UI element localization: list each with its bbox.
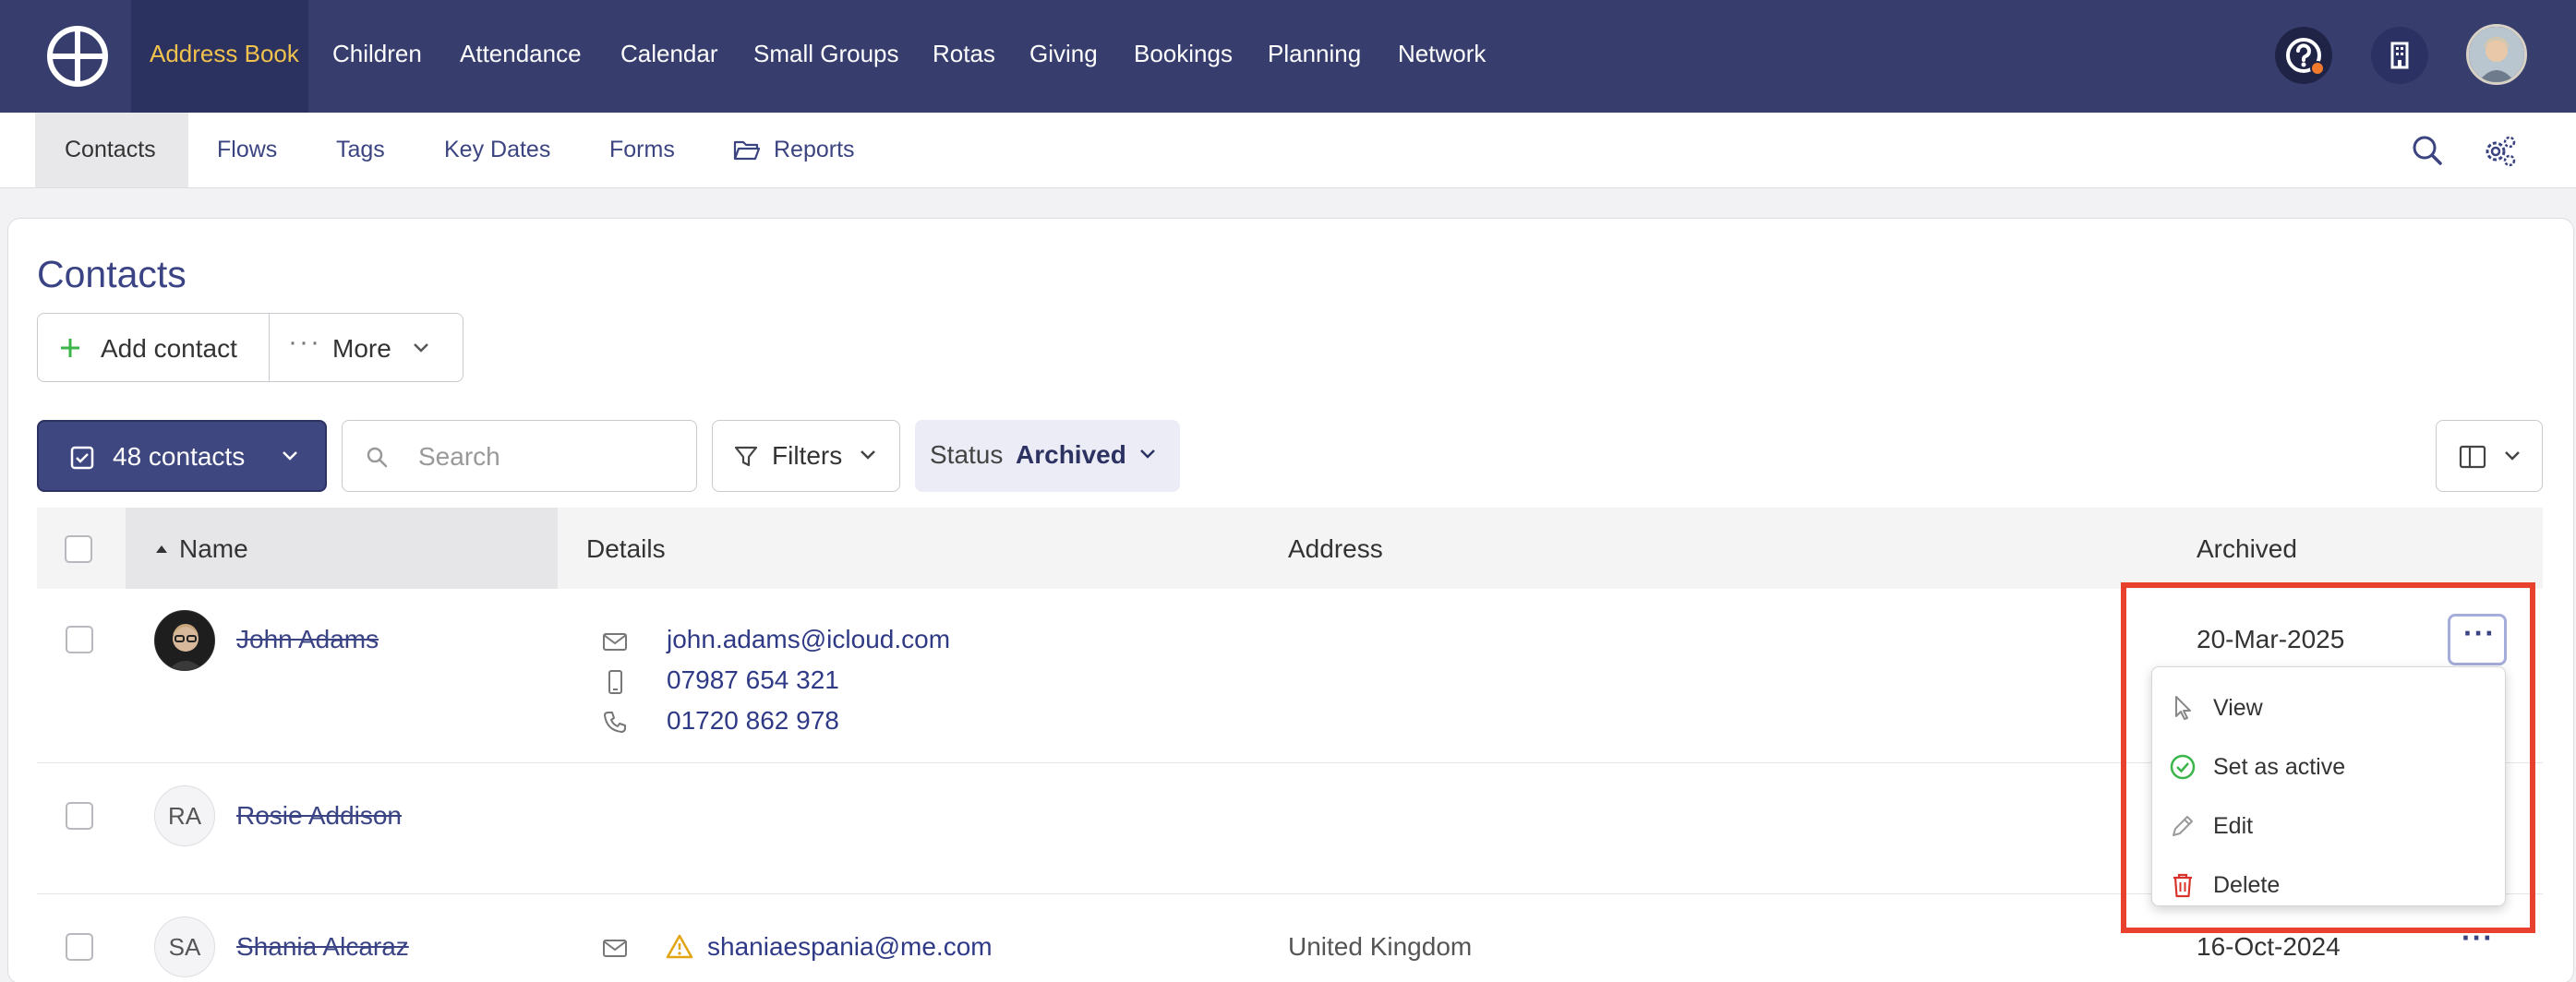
contact-address: United Kingdom: [1288, 932, 1473, 961]
nav-rotas[interactable]: Rotas: [933, 0, 995, 113]
help-icon: [2286, 38, 2325, 76]
search-placeholder: Search: [418, 442, 500, 471]
row-checkbox[interactable]: [66, 626, 93, 653]
contact-name-link[interactable]: John Adams: [236, 625, 379, 654]
nav-network[interactable]: Network: [1398, 0, 1486, 113]
menu-item-delete[interactable]: Delete: [2152, 856, 2505, 915]
mobile-icon: [608, 670, 622, 694]
filter-icon: [734, 446, 758, 467]
check-circle-icon: [2170, 754, 2196, 780]
nav-attendance[interactable]: Attendance: [460, 0, 582, 113]
search-input[interactable]: Search: [342, 420, 697, 492]
nav-small-groups[interactable]: Small Groups: [753, 0, 899, 113]
pointer-icon: [2175, 696, 2191, 720]
plus-icon: [61, 339, 79, 357]
nav-planning[interactable]: Planning: [1268, 0, 1361, 113]
menu-item-label: View: [2213, 695, 2263, 721]
tab-key-dates[interactable]: Key Dates: [444, 113, 550, 187]
contact-name-link[interactable]: Shania Alcaraz: [236, 932, 409, 962]
contact-phone-link[interactable]: 01720 862 978: [667, 706, 839, 736]
contact-name-link[interactable]: Rosie Addison: [236, 801, 402, 831]
nav-giving[interactable]: Giving: [1029, 0, 1098, 113]
nav-children[interactable]: Children: [332, 0, 422, 113]
contact-email-link[interactable]: shaniaespania@me.com: [707, 932, 993, 962]
avatar: [154, 610, 215, 671]
tab-tags[interactable]: Tags: [336, 113, 385, 187]
column-address: Address: [1288, 534, 1383, 563]
building-icon: [2390, 42, 2409, 69]
menu-item-set-active[interactable]: Set as active: [2152, 737, 2505, 796]
search-icon: [367, 447, 388, 468]
row-actions-button[interactable]: ···: [2448, 614, 2507, 665]
filters-label: Filters: [772, 441, 843, 470]
chevron-down-icon: [283, 451, 297, 461]
status-label: Status: [930, 440, 1004, 469]
search-icon[interactable]: [2408, 131, 2447, 170]
avatar: RA: [154, 785, 215, 846]
menu-item-label: Edit: [2213, 813, 2254, 839]
menu-item-label: Set as active: [2213, 754, 2346, 780]
select-all-checkbox[interactable]: [65, 535, 92, 563]
tab-flows[interactable]: Flows: [217, 113, 277, 187]
sub-navigation: Contacts Flows Tags Key Dates Forms Repo…: [0, 113, 2576, 188]
user-avatar[interactable]: [2466, 24, 2527, 85]
action-button-group: Add contact ··· More: [37, 313, 463, 382]
warning-icon: [666, 934, 693, 959]
add-contact-button[interactable]: Add contact: [38, 314, 269, 381]
page-title: Contacts: [37, 253, 187, 295]
column-details: Details: [586, 534, 666, 563]
chevron-down-icon: [861, 450, 875, 460]
contacts-count: 48 contacts: [113, 442, 246, 471]
nav-bookings[interactable]: Bookings: [1134, 0, 1233, 113]
more-button[interactable]: ··· More: [270, 314, 463, 381]
select-contacts-button[interactable]: 48 contacts: [37, 420, 327, 492]
menu-item-edit[interactable]: Edit: [2152, 796, 2505, 856]
checkbox-checked-icon: [70, 446, 94, 470]
ellipsis-icon: ···: [2463, 617, 2496, 650]
add-contact-label: Add contact: [101, 334, 237, 363]
menu-item-view[interactable]: View: [2152, 678, 2505, 737]
nav-address-book[interactable]: Address Book: [131, 0, 308, 113]
more-label: More: [332, 334, 391, 363]
sort-ascending-icon: [156, 545, 167, 553]
column-archived[interactable]: Archived: [2197, 534, 2297, 564]
contact-mobile-link[interactable]: 07987 654 321: [667, 665, 839, 695]
contact-email-link[interactable]: john.adams@icloud.com: [667, 625, 950, 654]
ellipsis-icon: ···: [288, 327, 321, 357]
phone-icon: [604, 712, 626, 733]
tab-forms[interactable]: Forms: [609, 113, 675, 187]
top-navigation: Address Book Children Attendance Calenda…: [0, 0, 2576, 113]
tab-reports[interactable]: Reports: [774, 113, 855, 187]
columns-toggle-button[interactable]: [2436, 420, 2543, 492]
columns-icon: [2459, 445, 2486, 469]
row-checkbox[interactable]: [66, 933, 93, 961]
help-button[interactable]: [2275, 27, 2332, 84]
nav-calendar[interactable]: Calendar: [620, 0, 718, 113]
pencil-icon: [2173, 816, 2193, 836]
row-checkbox[interactable]: [66, 802, 93, 830]
chevron-down-icon: [414, 343, 428, 353]
avatar: SA: [154, 916, 215, 977]
row-actions-menu: View Set as active Edit Delete: [2151, 666, 2506, 906]
column-name[interactable]: Name: [179, 534, 248, 564]
chevron-down-icon: [2505, 451, 2520, 461]
filters-button[interactable]: Filters: [712, 420, 900, 492]
settings-icon[interactable]: [2480, 131, 2519, 170]
app-logo-icon[interactable]: [46, 25, 109, 88]
email-icon: [603, 940, 627, 957]
email-icon: [603, 633, 627, 651]
archived-date: 16-Oct-2024: [2197, 932, 2341, 961]
chevron-down-icon: [1140, 449, 1155, 459]
menu-item-label: Delete: [2213, 872, 2281, 898]
organisation-button[interactable]: [2371, 27, 2428, 84]
status-value: Archived: [1016, 440, 1126, 469]
folder-icon: [733, 140, 761, 161]
trash-icon: [2173, 873, 2192, 898]
table-header: Name Details Address Archived: [37, 508, 2543, 589]
status-filter-chip[interactable]: Status Archived: [915, 420, 1180, 492]
tab-contacts[interactable]: Contacts: [35, 113, 188, 187]
